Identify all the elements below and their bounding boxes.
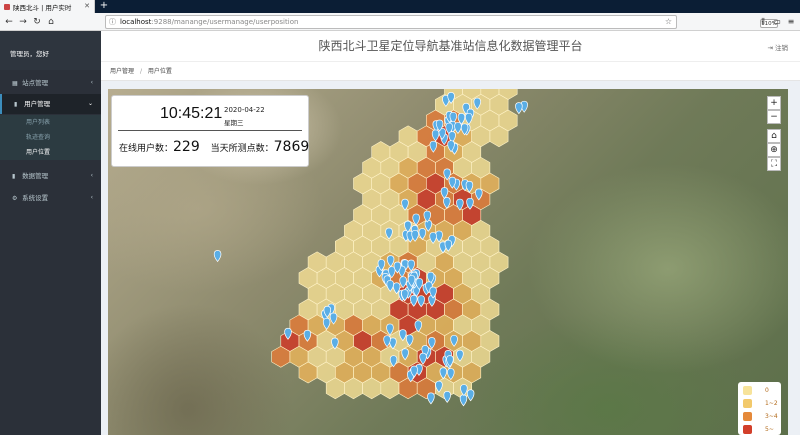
page-header: 陕西北斗卫星定位导航基准站信息化数据管理平台 ⇥ 注销 <box>101 31 800 61</box>
current-weekday: 星期三 <box>224 119 244 127</box>
sidebar-subitem-label: 轨迹查询 <box>26 134 51 141</box>
logout-label: 注销 <box>775 44 788 52</box>
forward-icon[interactable]: → <box>17 16 29 28</box>
legend-label: 1~2 <box>765 400 778 407</box>
online-users-count: 229 <box>173 139 200 155</box>
current-date: 2020-04-22 <box>224 106 265 114</box>
chevron-down-icon: ⌄ <box>87 100 93 107</box>
user-marker-icon[interactable] <box>459 394 468 407</box>
legend-item: 0 <box>743 385 779 399</box>
sidebar-toggle-icon[interactable]: ▭ <box>771 16 783 28</box>
zoom-out-button[interactable]: − <box>767 110 781 124</box>
favicon-icon <box>4 3 10 10</box>
address-bar[interactable]: ⓘ localhost:9288/manange/usermanage/user… <box>105 15 778 29</box>
user-marker-icon[interactable] <box>515 102 523 115</box>
breadcrumb-parent[interactable]: 用户管理 <box>110 68 134 75</box>
crosshair-icon: ⊕ <box>770 145 778 155</box>
url-host: localhost <box>120 18 152 26</box>
close-tab-icon[interactable]: ✕ <box>84 2 90 10</box>
sidebar-item-label: 数据管理 <box>22 172 49 180</box>
density-legend: 0 1~2 3~4 5~ <box>738 382 781 435</box>
bookmark-star-icon[interactable]: ☆ <box>665 16 672 28</box>
logout-button[interactable]: ⇥ 注销 <box>767 42 788 52</box>
user-marker-icon[interactable] <box>427 392 435 405</box>
sidebar-item-users[interactable]: ▮ 用户管理 ⌄ <box>0 94 101 114</box>
gear-icon: ⚙ <box>12 195 18 202</box>
chevron-left-icon: ‹ <box>90 79 93 86</box>
chart-icon: ▮ <box>12 173 16 180</box>
points-label: 当天所测点数： <box>210 144 274 154</box>
sidebar-subitem-label: 用户位置 <box>26 149 51 156</box>
reload-icon[interactable]: ↻ <box>31 16 43 28</box>
legend-label: 3~4 <box>765 413 778 420</box>
home-icon[interactable]: ⌂ <box>45 16 57 28</box>
online-users-label: 在线用户数： <box>119 144 174 154</box>
breadcrumb-current: 用户位置 <box>147 68 172 75</box>
home-view-button[interactable]: ⌂ <box>767 129 781 143</box>
sidebar-item-label: 用户管理 <box>24 100 51 108</box>
site-info-icon[interactable]: ⓘ <box>109 16 116 28</box>
sidebar-subitem-label: 用户列表 <box>26 119 51 126</box>
user-marker-icon[interactable] <box>213 250 222 263</box>
library-icon[interactable]: ⫴ <box>757 16 769 28</box>
legend-swatch <box>743 399 752 408</box>
chart-icon: ▮ <box>14 101 18 108</box>
browser-tab-bar: 陕西北斗 | 用户实时 ✕ + <box>0 0 800 13</box>
sidebar-subitem-user-list[interactable]: 用户列表 <box>0 115 101 130</box>
current-time: 10:45:21 <box>160 105 223 122</box>
legend-item: 1~2 <box>743 398 779 412</box>
user-marker-icon[interactable] <box>466 389 475 402</box>
sidebar-subitem-user-position[interactable]: 用户位置 <box>0 145 101 160</box>
divider <box>118 130 302 131</box>
locate-button[interactable]: ⊕ <box>767 143 781 157</box>
sidebar-item-label: 系统设置 <box>22 194 49 202</box>
logout-icon: ⇥ <box>767 44 773 52</box>
browser-tab[interactable]: 陕西北斗 | 用户实时 ✕ <box>0 0 95 13</box>
zoom-in-button[interactable]: + <box>767 96 781 110</box>
sidebar-item-data[interactable]: ▮ 数据管理 ‹ <box>0 166 101 186</box>
fullscreen-icon: ⛶ <box>770 159 778 169</box>
sidebar-item-sites[interactable]: ▦ 站点管理 ‹ <box>0 73 101 93</box>
user-panel: 管理员，您好 <box>0 31 101 70</box>
user-marker-icon[interactable] <box>443 391 451 403</box>
chevron-left-icon: ‹ <box>90 172 93 179</box>
sidebar-item-label: 站点管理 <box>22 79 49 87</box>
legend-swatch <box>743 425 752 434</box>
page-title: 陕西北斗卫星定位导航基准站信息化数据管理平台 <box>318 39 583 53</box>
legend-item: 3~4 <box>743 411 779 425</box>
breadcrumb: 用户管理 / 用户位置 <box>101 61 800 81</box>
fullscreen-button[interactable]: ⛶ <box>767 157 781 171</box>
user-greeting: 管理员，您好 <box>10 50 49 58</box>
url-path: :9288/manange/usermanage/userposition <box>151 18 299 26</box>
legend-item: 5~ <box>743 424 779 438</box>
stats-line: 在线用户数：229 当天所测点数：7869 <box>119 139 309 155</box>
stats-panel: 10:45:21 2020-04-22 星期三 在线用户数：229 当天所测点数… <box>111 95 309 167</box>
menu-icon[interactable]: ≡ <box>785 16 797 28</box>
sidebar-subitem-track-query[interactable]: 轨迹查询 <box>0 130 101 145</box>
new-tab-button[interactable]: + <box>98 0 110 13</box>
grid-icon: ▦ <box>12 80 18 87</box>
points-count: 7869 <box>273 139 310 155</box>
home-icon: ⌂ <box>771 131 777 141</box>
browser-nav-bar: ← → ↻ ⌂ ⓘ localhost:9288/manange/userman… <box>0 13 800 31</box>
back-icon[interactable]: ← <box>3 16 15 28</box>
legend-label: 5~ <box>765 426 774 433</box>
legend-label: 0 <box>765 387 769 394</box>
legend-swatch <box>743 386 752 395</box>
breadcrumb-separator: / <box>139 68 142 75</box>
chevron-left-icon: ‹ <box>90 194 93 201</box>
tab-title: 陕西北斗 | 用户实时 <box>13 3 72 12</box>
sidebar-item-settings[interactable]: ⚙ 系统设置 ‹ <box>0 188 101 208</box>
sidebar: 管理员，您好 ▦ 站点管理 ‹ ▮ 用户管理 ⌄ 用户列表 轨迹查询 用户位置 … <box>0 31 101 435</box>
legend-swatch <box>743 412 752 421</box>
